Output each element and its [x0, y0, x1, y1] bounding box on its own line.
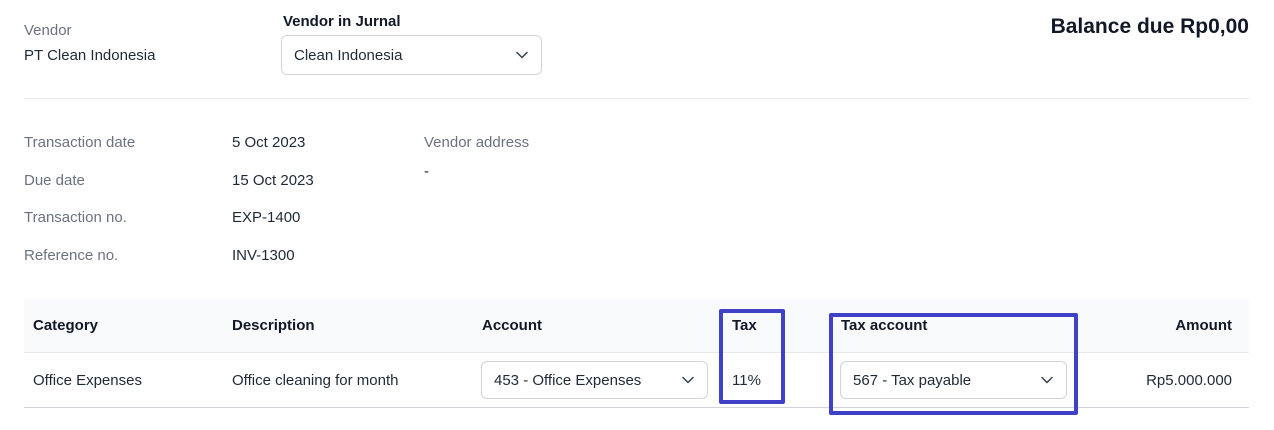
balance-due: Balance due Rp0,00: [1050, 15, 1249, 38]
column-header-amount: Amount: [1175, 317, 1232, 334]
due-date-label: Due date: [24, 172, 85, 189]
transaction-no-value: EXP-1400: [232, 209, 301, 226]
reference-no-label: Reference no.: [24, 247, 119, 264]
reference-no-value: INV-1300: [232, 247, 295, 264]
chevron-down-icon: [681, 373, 695, 387]
column-header-tax-account: Tax account: [841, 317, 928, 334]
chevron-down-icon: [515, 48, 529, 62]
vendor-label: Vendor: [24, 22, 72, 39]
row-category: Office Expenses: [33, 372, 142, 389]
row-description: Office cleaning for month: [232, 372, 399, 389]
tax-account-select[interactable]: 567 - Tax payable: [840, 361, 1067, 399]
transaction-date-value: 5 Oct 2023: [232, 134, 306, 151]
chevron-down-icon: [1040, 373, 1054, 387]
vendor-in-jurnal-select[interactable]: Clean Indonesia: [281, 35, 542, 75]
account-selected: 453 - Office Expenses: [494, 371, 642, 389]
vendor-name: PT Clean Indonesia: [24, 47, 156, 64]
account-select[interactable]: 453 - Office Expenses: [481, 361, 708, 399]
row-amount: Rp5.000.000: [1146, 372, 1232, 389]
vendor-in-jurnal-label: Vendor in Jurnal: [283, 13, 401, 30]
due-date-value: 15 Oct 2023: [232, 172, 314, 189]
column-header-tax: Tax: [732, 317, 757, 334]
vendor-in-jurnal-selected: Clean Indonesia: [294, 46, 403, 64]
transaction-no-label: Transaction no.: [24, 209, 127, 226]
transaction-date-label: Transaction date: [24, 134, 136, 151]
row-tax: 11%: [732, 372, 761, 389]
table-header: Category Description Account Tax Tax acc…: [24, 299, 1249, 353]
vendor-address-value: -: [424, 163, 429, 180]
header-divider: [24, 98, 1249, 99]
tax-account-selected: 567 - Tax payable: [853, 371, 972, 389]
table-row: Office Expenses Office cleaning for mont…: [24, 353, 1249, 408]
column-header-description: Description: [232, 317, 315, 334]
column-header-account: Account: [482, 317, 542, 334]
vendor-address-label: Vendor address: [424, 134, 530, 151]
column-header-category: Category: [33, 317, 99, 334]
